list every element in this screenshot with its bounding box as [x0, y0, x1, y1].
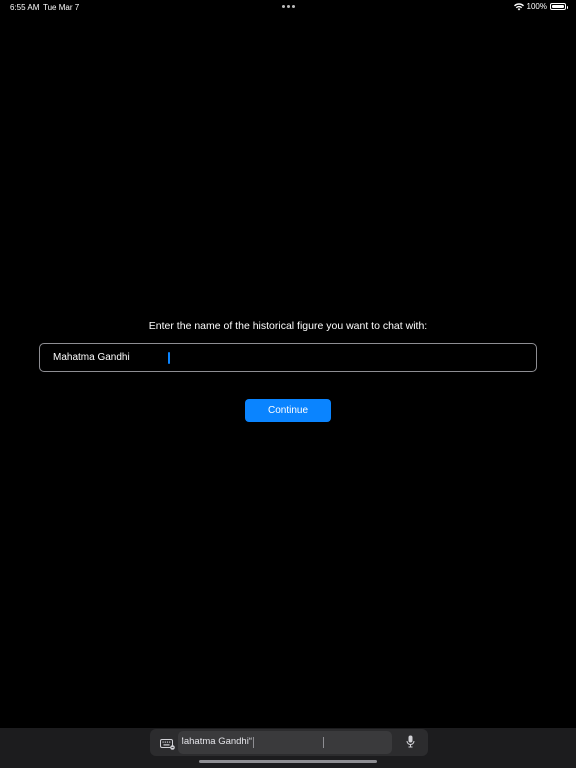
microphone-icon[interactable] — [406, 735, 415, 753]
wifi-icon — [513, 2, 524, 11]
keyboard-shortcut-bar: “Mahatma Gandhi” — [0, 728, 576, 768]
battery-fill — [552, 5, 564, 8]
keyboard-icon[interactable] — [160, 737, 175, 755]
more-dots-icon[interactable] — [282, 2, 295, 8]
prompt-label: Enter the name of the historical figure … — [148, 320, 428, 332]
continue-button[interactable]: Continue — [245, 399, 331, 422]
battery-icon — [550, 3, 568, 10]
status-indicators: 100% — [513, 2, 568, 11]
shortcut-pill: “Mahatma Gandhi” — [150, 729, 428, 756]
status-bar: 6:55 AM Tue Mar 7 100% — [0, 0, 576, 14]
autocorrect-suggestion[interactable]: “Mahatma Gandhi” — [182, 736, 252, 747]
suggestion-divider — [253, 737, 254, 748]
app-screen: 6:55 AM Tue Mar 7 100% Enter the name of… — [0, 0, 576, 768]
status-date: Tue Mar 7 — [43, 3, 80, 12]
status-time: 6:55 AM — [10, 3, 40, 12]
battery-percentage: 100% — [526, 2, 547, 11]
historical-figure-field[interactable] — [39, 343, 537, 372]
suggestion-bar: “Mahatma Gandhi” — [178, 731, 392, 754]
suggestion-divider — [323, 737, 324, 748]
home-indicator[interactable] — [199, 760, 377, 763]
historical-figure-input[interactable] — [40, 343, 536, 372]
text-cursor — [168, 352, 170, 364]
